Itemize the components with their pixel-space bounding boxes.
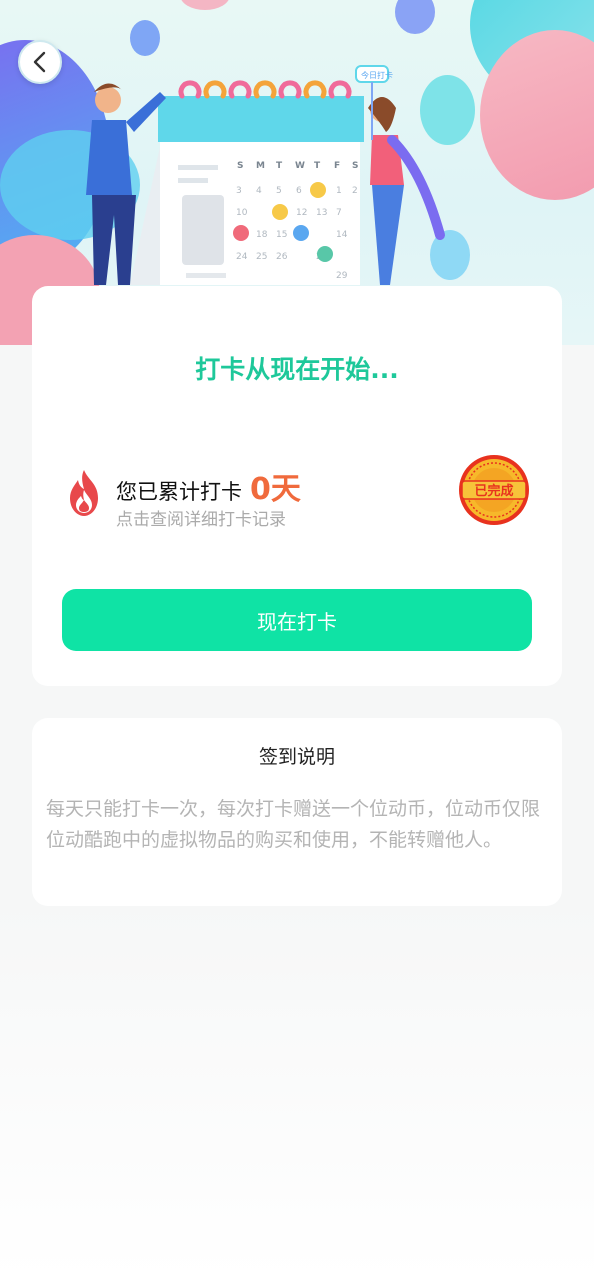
svg-text:4: 4 [256, 186, 262, 196]
svg-text:2: 2 [352, 186, 358, 196]
checkin-summary[interactable]: 您已累计打卡 0天 [116, 464, 301, 508]
detail-hint[interactable]: 点击查阅详细打卡记录 [116, 505, 286, 530]
svg-text:7: 7 [336, 208, 342, 218]
completed-badge: 已完成 [459, 455, 529, 525]
svg-text:1: 1 [336, 186, 342, 196]
rules-text: 每天只能打卡一次，每次打卡赠送一个位动币，位动币仅限位动酷跑中的虚拟物品的购买和… [46, 798, 541, 851]
chevron-left-icon [33, 51, 46, 73]
svg-text:12: 12 [296, 208, 307, 218]
count-label: 您已累计打卡 [116, 480, 242, 504]
svg-text:S: S [352, 161, 358, 171]
svg-text:T: T [276, 161, 283, 171]
svg-text:M: M [256, 161, 265, 171]
fire-icon [70, 470, 98, 516]
svg-text:W: W [295, 161, 305, 171]
rules-card: 签到说明 每天只能打卡一次，每次打卡赠送一个位动币，位动币仅限位动酷跑中的虚拟物… [32, 718, 562, 906]
svg-text:S: S [237, 161, 243, 171]
svg-text:25: 25 [256, 252, 267, 262]
svg-text:15: 15 [276, 230, 287, 240]
svg-text:F: F [334, 161, 340, 171]
svg-text:26: 26 [276, 252, 288, 262]
svg-text:6: 6 [296, 186, 302, 196]
checkin-title: 打卡从现在开始... [195, 355, 399, 384]
checkin-card: 打卡从现在开始... 您已累计打卡 0天 点击查阅详细打卡记录 已完成 现在打卡 [32, 286, 562, 686]
svg-text:5: 5 [276, 186, 282, 196]
svg-text:29: 29 [336, 271, 348, 281]
badge-text: 已完成 [474, 483, 513, 499]
back-button[interactable] [18, 40, 62, 84]
days-count: 0天 [250, 472, 301, 507]
svg-text:10: 10 [236, 208, 248, 218]
svg-text:T: T [314, 161, 321, 171]
svg-text:14: 14 [336, 230, 348, 240]
svg-text:18: 18 [256, 230, 268, 240]
svg-text:24: 24 [236, 252, 248, 262]
svg-text:3: 3 [236, 186, 242, 196]
svg-text:13: 13 [316, 208, 327, 218]
rules-title: 签到说明 [258, 746, 335, 768]
sign-text: 今日打卡 [361, 70, 393, 80]
checkin-button[interactable]: 现在打卡 [62, 589, 532, 651]
